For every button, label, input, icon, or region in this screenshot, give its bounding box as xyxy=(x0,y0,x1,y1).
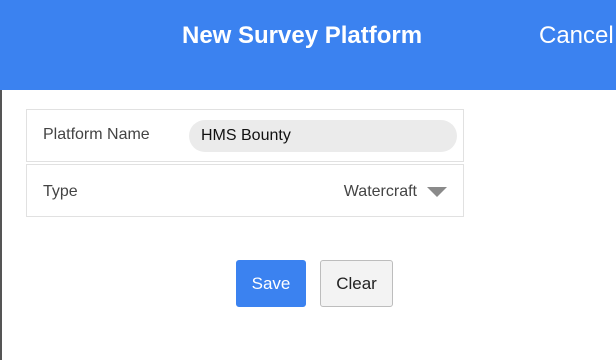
save-button[interactable]: Save xyxy=(236,260,306,307)
type-label: Type xyxy=(43,183,78,200)
clear-button[interactable]: Clear xyxy=(320,260,393,307)
dropdown-triangle-icon xyxy=(427,187,447,197)
type-selected-value: Watercraft xyxy=(343,183,417,200)
type-row[interactable]: Type Watercraft xyxy=(26,164,464,217)
platform-name-input[interactable] xyxy=(189,120,457,152)
page-title: New Survey Platform xyxy=(182,22,423,49)
window-edge xyxy=(0,90,2,360)
cancel-button[interactable]: Cancel xyxy=(539,22,614,50)
platform-name-label: Platform Name xyxy=(43,126,150,143)
nav-header: New Survey Platform Cancel xyxy=(0,0,616,90)
platform-name-row: Platform Name xyxy=(26,109,464,162)
type-select[interactable]: Watercraft xyxy=(344,181,447,203)
app-screen: New Survey Platform Cancel Platform Name… xyxy=(0,0,616,360)
